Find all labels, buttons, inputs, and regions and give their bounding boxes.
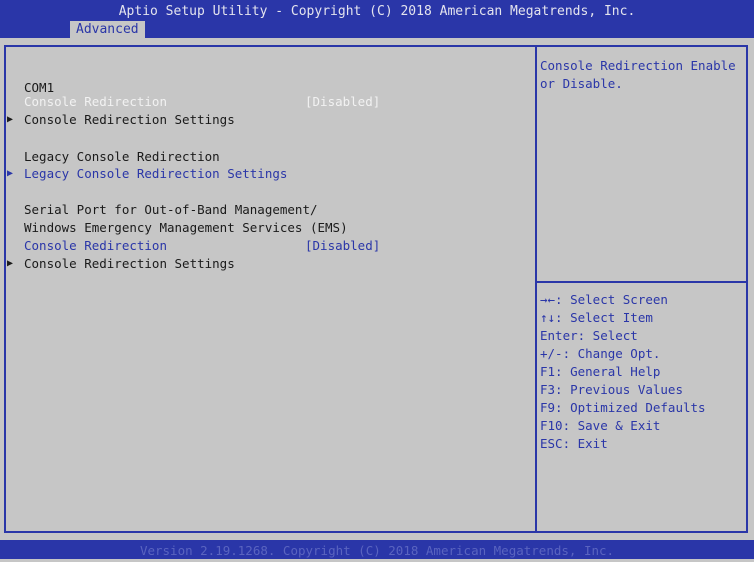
legacy-heading: Legacy Console Redirection — [24, 149, 220, 164]
ems-console-redirection-settings[interactable]: Console Redirection Settings — [24, 255, 235, 273]
key-enter: Enter: Select — [540, 328, 638, 343]
key-legend: →←: Select Screen ↑↓: Select Item Enter:… — [540, 291, 745, 453]
com1-console-redirection-label[interactable]: Console Redirection — [24, 93, 167, 111]
com1-console-redirection-settings[interactable]: Console Redirection Settings — [24, 111, 235, 129]
help-text: Console Redirection Enable or Disable. — [540, 57, 740, 93]
tab-advanced[interactable]: Advanced — [70, 21, 145, 38]
submenu-arrow-icon: ▶ — [7, 168, 14, 179]
ems-console-redirection-label[interactable]: Console Redirection — [24, 237, 167, 255]
key-save-exit: F10: Save & Exit — [540, 418, 661, 433]
key-select-screen: →←: Select Screen — [540, 292, 668, 307]
key-optimized-defaults: F9: Optimized Defaults — [540, 400, 706, 415]
key-general-help: F1: General Help — [540, 364, 661, 379]
legacy-console-redirection-settings[interactable]: Legacy Console Redirection Settings — [24, 165, 287, 183]
title-bar: Aptio Setup Utility - Copyright (C) 2018… — [0, 0, 754, 38]
key-exit: ESC: Exit — [540, 436, 608, 451]
ems-heading-line1: Serial Port for Out-of-Band Management/ — [24, 202, 318, 217]
window-title: Aptio Setup Utility - Copyright (C) 2018… — [118, 4, 636, 19]
submenu-arrow-icon: ▶ — [7, 114, 14, 125]
panel-divider — [535, 45, 537, 533]
key-select-item: ↑↓: Select Item — [540, 310, 653, 325]
footer-version: Version 2.19.1268. Copyright (C) 2018 Am… — [0, 540, 754, 559]
com1-console-redirection-value[interactable]: [Disabled] — [305, 93, 380, 111]
ems-heading-line2: Windows Emergency Management Services (E… — [24, 220, 348, 235]
help-line-2: or Disable. — [540, 76, 623, 91]
key-change-opt: +/-: Change Opt. — [540, 346, 661, 361]
submenu-arrow-icon: ▶ — [7, 258, 14, 269]
key-previous-values: F3: Previous Values — [540, 382, 683, 397]
help-line-1: Console Redirection Enable — [540, 58, 736, 73]
help-divider — [537, 281, 748, 283]
ems-console-redirection-value[interactable]: [Disabled] — [305, 237, 380, 255]
